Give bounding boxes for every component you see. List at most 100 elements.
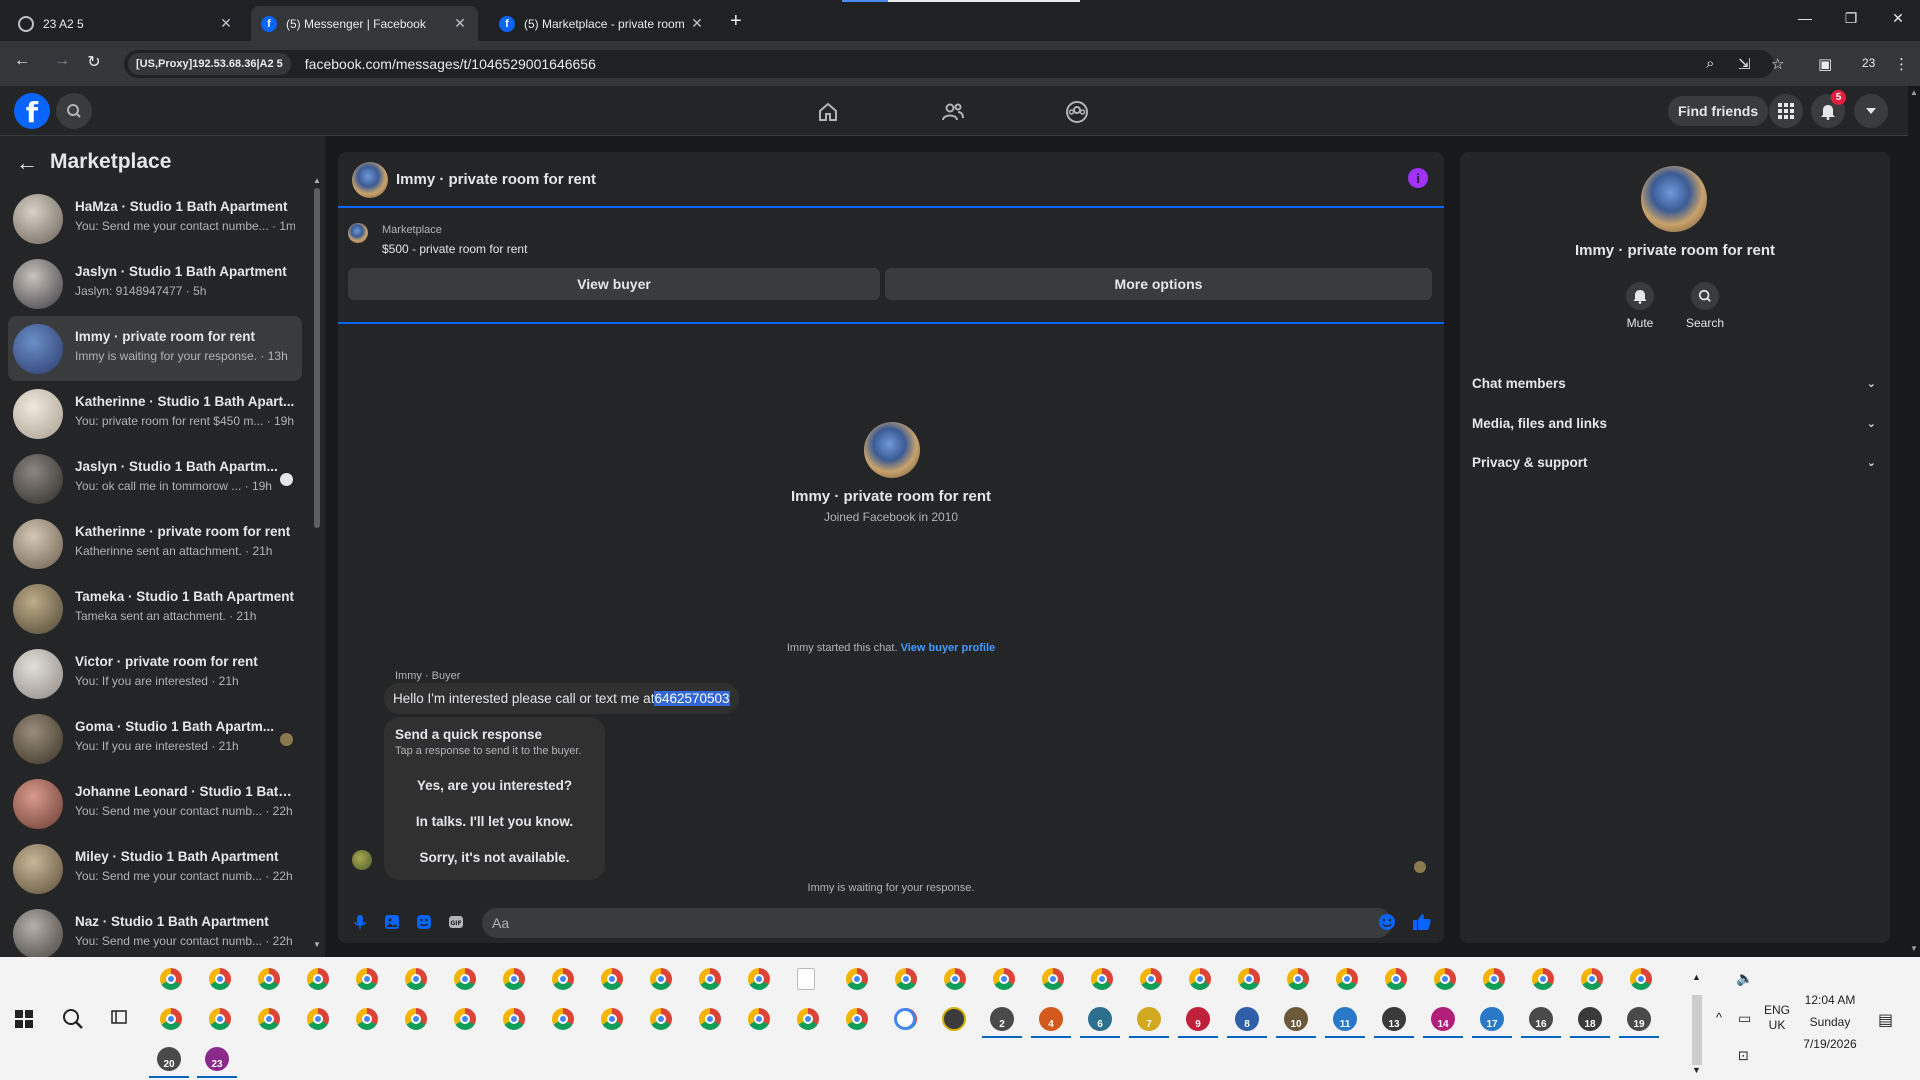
app-badge-icon[interactable] [942,1007,966,1031]
thumbs-up-icon[interactable] [1412,912,1432,932]
chrome-icon[interactable] [1140,968,1162,990]
chrome-icon[interactable] [1336,968,1358,990]
numbered-app-icon[interactable]: 18 [1578,1007,1602,1031]
media-files-links-section[interactable]: Media, files and links ⌄ [1472,408,1876,438]
quick-response-option[interactable]: Yes, are you interested? [384,778,605,793]
chrome-icon[interactable] [1385,968,1407,990]
conversation-item[interactable]: Tameka · Studio 1 Bath Apartment Tameka s… [8,576,302,641]
numbered-app-icon[interactable]: 23 [205,1047,229,1071]
numbered-app-icon[interactable]: 7 [1137,1007,1161,1031]
conversation-item[interactable]: HaMza · Studio 1 Bath Apartment You: Send… [8,186,302,251]
conversation-item[interactable]: Goma · Studio 1 Bath Apartm... You: If yo… [8,706,302,771]
numbered-app-icon[interactable]: 8 [1235,1007,1259,1031]
notification-center-icon[interactable]: ▤ [1878,1010,1893,1030]
chrome-icon[interactable] [748,968,770,990]
side-panel-icon[interactable]: ▣ [1818,55,1832,73]
message-bubble[interactable]: Hello I'm interested please call or text… [384,683,739,714]
photo-icon[interactable] [384,914,400,930]
conversation-item[interactable]: Johanne Leonard · Studio 1 Bath... You: S… [8,771,302,836]
numbered-app-icon[interactable]: 6 [1088,1007,1112,1031]
back-arrow-icon[interactable]: ← [10,52,34,70]
zoom-icon[interactable]: ⌕ [1706,55,1714,72]
taskbar-scrollbar[interactable] [1692,995,1702,1065]
home-icon[interactable] [816,100,840,124]
find-friends-button[interactable]: Find friends [1668,96,1769,126]
numbered-app-icon[interactable]: 13 [1382,1007,1406,1031]
chrome-icon[interactable] [552,968,574,990]
file-icon[interactable] [797,968,815,990]
close-icon[interactable]: ✕ [218,15,234,32]
numbered-app-icon[interactable]: 11 [1333,1007,1357,1031]
emoji-icon[interactable] [1378,913,1396,931]
close-window-icon[interactable]: ✕ [1888,10,1908,27]
avatar[interactable] [864,422,920,478]
profile-count[interactable]: 23 [1862,56,1875,70]
chrome-icon[interactable] [307,968,329,990]
chat-title[interactable]: Immy · private room for rent [396,171,596,188]
close-icon[interactable]: ✕ [452,15,468,32]
scrollbar-thumb[interactable] [314,188,320,528]
chrome-icon[interactable] [699,1008,721,1030]
chrome-icon[interactable] [1091,968,1113,990]
network-icon[interactable]: ▭ [1738,1010,1751,1027]
conversation-item[interactable]: Jaslyn · Studio 1 Bath Apartment Jaslyn: … [8,251,302,316]
conversation-item[interactable]: Katherinne · private room for rent Kather… [8,511,302,576]
facebook-logo-icon[interactable]: f [14,93,50,129]
chrome-icon[interactable] [1238,968,1260,990]
close-icon[interactable]: ✕ [689,15,705,32]
google-icon[interactable] [894,1008,916,1030]
numbered-app-icon[interactable]: 2 [990,1007,1014,1031]
clock[interactable]: 12:04 AM Sunday 7/19/2026 [1800,989,1860,1055]
chrome-icon[interactable] [209,1008,231,1030]
chrome-icon[interactable] [846,1008,868,1030]
chrome-icon[interactable] [209,968,231,990]
chrome-icon[interactable] [356,968,378,990]
chrome-icon[interactable] [797,1008,819,1030]
info-icon[interactable]: i [1408,168,1428,188]
mute-button[interactable]: Mute [1615,282,1665,330]
listing-title[interactable]: $500 - private room for rent [382,242,527,256]
numbered-app-icon[interactable]: 20 [157,1047,181,1071]
numbered-app-icon[interactable]: 14 [1431,1007,1455,1031]
conversation-item[interactable]: Miley · Studio 1 Bath Apartment You: Send… [8,836,302,901]
privacy-support-section[interactable]: Privacy & support ⌄ [1472,447,1876,477]
view-buyer-profile-link[interactable]: View buyer profile [901,642,996,654]
task-view-icon[interactable] [110,1008,128,1026]
minimize-icon[interactable]: — [1795,10,1815,26]
chrome-icon[interactable] [503,968,525,990]
chrome-icon[interactable] [1630,968,1652,990]
windows-start-icon[interactable] [15,1010,33,1028]
more-options-button[interactable]: More options [885,268,1432,300]
message-input[interactable] [482,908,1392,938]
chrome-icon[interactable] [1434,968,1456,990]
chrome-icon[interactable] [601,1008,623,1030]
search-in-conversation-button[interactable]: Search [1680,282,1730,330]
tab-marketplace[interactable]: f (5) Marketplace - private room ✕ [489,6,715,41]
conversation-item[interactable]: Immy · private room for rent Immy is wait… [8,316,302,381]
listing-thumbnail[interactable] [348,223,368,243]
highlighted-phone-number[interactable]: 6462570503 [654,691,730,706]
numbered-app-icon[interactable]: 4 [1039,1007,1063,1031]
sticker-icon[interactable] [416,914,432,930]
forward-arrow-icon[interactable]: → [50,52,74,70]
quick-response-option[interactable]: Sorry, it's not available. [384,850,605,865]
numbered-app-icon[interactable]: 10 [1284,1007,1308,1031]
chrome-icon[interactable] [1189,968,1211,990]
numbered-app-icon[interactable]: 9 [1186,1007,1210,1031]
microphone-icon[interactable] [352,914,368,930]
restore-icon[interactable]: ❐ [1841,10,1861,27]
groups-icon[interactable] [1065,100,1089,124]
omnibox[interactable]: [US,Proxy]192.53.68.36|A2 5 facebook.com… [124,50,1774,78]
new-tab-button[interactable]: + [730,10,742,33]
chrome-icon[interactable] [650,968,672,990]
chrome-icon[interactable] [454,968,476,990]
scroll-up-icon[interactable]: ▲ [1910,88,1918,97]
chrome-icon[interactable] [699,968,721,990]
chat-members-section[interactable]: Chat members ⌄ [1472,368,1876,398]
numbered-app-icon[interactable]: 17 [1480,1007,1504,1031]
device-icon[interactable]: ⊡ [1738,1048,1749,1064]
chrome-icon[interactable] [1042,968,1064,990]
account-chevron-icon[interactable] [1854,94,1888,128]
scroll-up-icon[interactable]: ▲ [313,176,321,185]
tab-messenger[interactable]: f (5) Messenger | Facebook ✕ [251,6,478,41]
